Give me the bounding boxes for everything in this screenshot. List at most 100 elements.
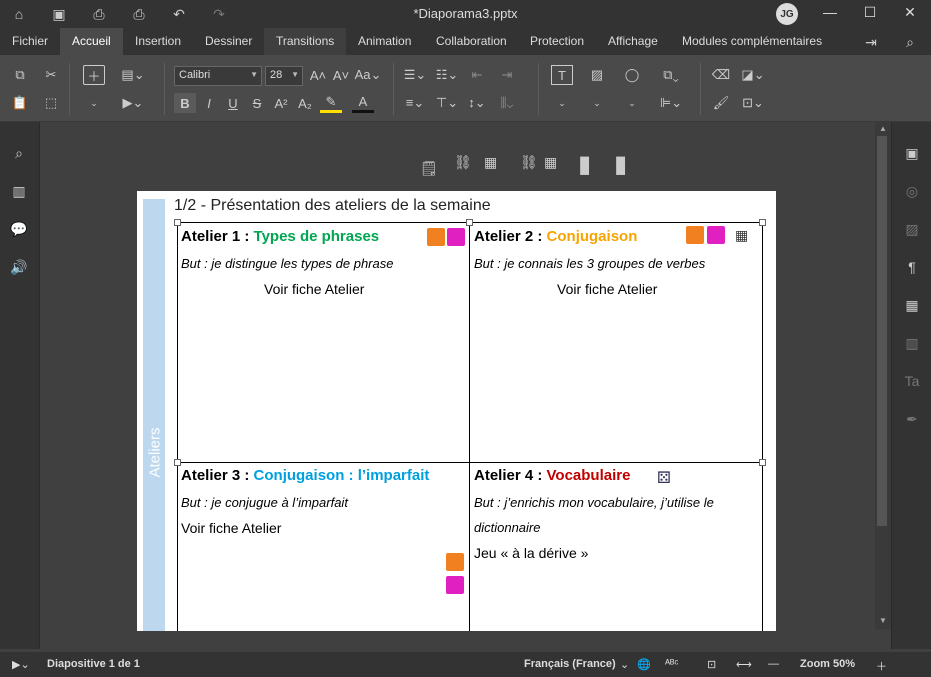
subscript-icon[interactable]: A₂: [294, 93, 316, 113]
cell-4-goal-line1[interactable]: But : j’enrichis mon vocabulaire, j’util…: [474, 495, 714, 510]
select-all-icon[interactable]: ⬚: [40, 93, 62, 113]
avatar[interactable]: JG: [776, 3, 798, 25]
cell-1-title[interactable]: Atelier 1 : Types de phrases: [181, 228, 379, 245]
share-icon[interactable]: ⇥: [860, 31, 882, 53]
scroll-up-icon[interactable]: ▲: [877, 124, 889, 136]
vertical-scrollbar[interactable]: ▲ ▼: [875, 122, 891, 629]
resize-handle[interactable]: [466, 219, 473, 226]
arrange-icon[interactable]: ⧉⌄: [660, 65, 682, 85]
shape-dropdown-icon[interactable]: ⌄: [621, 93, 643, 113]
paragraph-settings-icon[interactable]: ¶: [901, 256, 923, 278]
tab-animation[interactable]: Animation: [352, 28, 417, 55]
cell-2-title[interactable]: Atelier 2 : Conjugaison: [474, 228, 637, 245]
resize-handle[interactable]: [174, 459, 181, 466]
resize-handle[interactable]: [759, 459, 766, 466]
language-select[interactable]: Français (France): [524, 658, 616, 670]
font-name-select[interactable]: Calibri ▼: [174, 66, 262, 86]
fit-slide-icon[interactable]: ⊡: [707, 658, 716, 671]
superscript-icon[interactable]: A²: [270, 93, 292, 113]
image-icon[interactable]: ▨: [586, 65, 608, 85]
tab-transitions[interactable]: Transitions: [264, 28, 347, 55]
slideshow-icon[interactable]: ▶⌄: [122, 93, 144, 113]
increase-font-icon[interactable]: A˄: [307, 65, 329, 85]
align-objects-icon[interactable]: ⊫⌄: [660, 93, 682, 113]
shape-icon[interactable]: ◯: [621, 65, 643, 85]
cell-3-title[interactable]: Atelier 3 : Conjugaison : l’imparfait: [181, 467, 429, 484]
audio-icon[interactable]: 🔊: [8, 256, 30, 278]
minimize-icon[interactable]: —: [820, 4, 840, 20]
layout-icon[interactable]: ▤⌄: [121, 65, 144, 85]
signature-icon[interactable]: ✒: [901, 408, 923, 430]
table-settings-icon[interactable]: ▦: [901, 294, 923, 316]
search-icon[interactable]: ⌕: [899, 31, 921, 53]
format-painter-icon[interactable]: 🖌: [710, 93, 732, 113]
paste-icon[interactable]: 📋: [9, 93, 31, 113]
tab-protection[interactable]: Protection: [524, 28, 590, 55]
clear-style-icon[interactable]: ⌫: [710, 65, 732, 85]
maximize-icon[interactable]: ☐: [860, 4, 880, 21]
cell-3-link[interactable]: Voir fiche Atelier: [181, 520, 281, 536]
numbering-icon[interactable]: ☷⌄: [436, 65, 459, 85]
search-icon[interactable]: ⌕: [8, 142, 30, 164]
add-slide-dropdown-icon[interactable]: ⌄: [83, 93, 105, 113]
cell-2-link[interactable]: Voir fiche Atelier: [557, 281, 657, 297]
vertical-align-icon[interactable]: ⊤⌄: [436, 93, 458, 113]
cell-1-goal[interactable]: But : je distingue les types de phrase: [181, 256, 393, 271]
underline-icon[interactable]: U: [222, 93, 244, 113]
comments-icon[interactable]: 💬: [8, 218, 30, 240]
zoom-out-icon[interactable]: —: [768, 658, 779, 670]
zoom-in-icon[interactable]: ＋: [876, 658, 887, 674]
cell-4-link[interactable]: Jeu « à la dérive »: [474, 545, 588, 561]
columns-icon[interactable]: ⫼⌄: [496, 93, 518, 113]
cell-1-link[interactable]: Voir fiche Atelier: [264, 281, 364, 297]
slide[interactable]: Ateliers 1/2 - Présentation des ateliers…: [137, 191, 776, 631]
close-icon[interactable]: ✕: [900, 4, 920, 21]
line-spacing-icon[interactable]: ↕⌄: [466, 93, 488, 113]
zoom-level[interactable]: Zoom 50%: [800, 658, 855, 670]
cell-2-goal[interactable]: But : je connais les 3 groupes de verbes: [474, 256, 705, 271]
highlight-icon[interactable]: ✎: [320, 93, 342, 113]
slide-settings-icon[interactable]: ▣: [901, 142, 923, 164]
tab-accueil[interactable]: Accueil: [60, 28, 123, 55]
scroll-down-icon[interactable]: ▼: [877, 616, 889, 628]
chevron-down-icon[interactable]: ⌄: [620, 658, 629, 671]
text-art-icon[interactable]: Ta: [901, 370, 923, 392]
fill-icon[interactable]: ◪⌄: [741, 65, 764, 85]
cut-icon[interactable]: ✂: [40, 65, 62, 85]
tab-fichier[interactable]: Fichier: [6, 28, 54, 55]
resize-handle[interactable]: [174, 219, 181, 226]
font-color-icon[interactable]: A: [352, 93, 374, 113]
change-case-icon[interactable]: Aa⌄: [355, 65, 382, 85]
slide-canvas[interactable]: 🗒 ⛓ ▦ ⛓ ▦ ▮ ▮ Ateliers 1/2 - Présentatio…: [40, 122, 875, 649]
slide-size-icon[interactable]: ⊡⌄: [742, 93, 764, 113]
tab-affichage[interactable]: Affichage: [602, 28, 664, 55]
cell-4-goal-line2[interactable]: dictionnaire: [474, 520, 541, 535]
italic-icon[interactable]: I: [198, 93, 220, 113]
increase-indent-icon[interactable]: ⇥: [496, 65, 518, 85]
scroll-thumb[interactable]: [877, 136, 887, 526]
align-left-icon[interactable]: ≡⌄: [404, 93, 426, 113]
image-dropdown-icon[interactable]: ⌄: [586, 93, 608, 113]
tab-insertion[interactable]: Insertion: [129, 28, 187, 55]
chart-settings-icon[interactable]: ▥: [901, 332, 923, 354]
bullets-icon[interactable]: ☰⌄: [404, 65, 427, 85]
font-size-select[interactable]: 28 ▼: [265, 66, 303, 86]
globe-icon[interactable]: 🌐: [637, 658, 651, 671]
decrease-indent-icon[interactable]: ⇤: [466, 65, 488, 85]
tab-dessiner[interactable]: Dessiner: [199, 28, 258, 55]
textbox-dropdown-icon[interactable]: ⌄: [551, 93, 573, 113]
add-slide-icon[interactable]: ＋: [83, 65, 105, 85]
decrease-font-icon[interactable]: A˅: [330, 65, 352, 85]
shape-settings-icon[interactable]: ◎: [901, 180, 923, 202]
resize-handle[interactable]: [759, 219, 766, 226]
tab-modules[interactable]: Modules complémentaires: [676, 28, 828, 55]
copy-icon[interactable]: ⧉: [9, 65, 31, 85]
bold-icon[interactable]: B: [174, 93, 196, 113]
cell-3-goal[interactable]: But : je conjugue à l’imparfait: [181, 495, 348, 510]
fit-width-icon[interactable]: ⟷: [736, 658, 752, 671]
slide-title[interactable]: 1/2 - Présentation des ateliers de la se…: [174, 197, 491, 215]
slideshow-start-icon[interactable]: ▶⌄: [12, 658, 30, 671]
strikethrough-icon[interactable]: S: [246, 93, 268, 113]
cell-4-title[interactable]: Atelier 4 : Vocabulaire: [474, 467, 630, 484]
textbox-icon[interactable]: T: [551, 65, 573, 85]
